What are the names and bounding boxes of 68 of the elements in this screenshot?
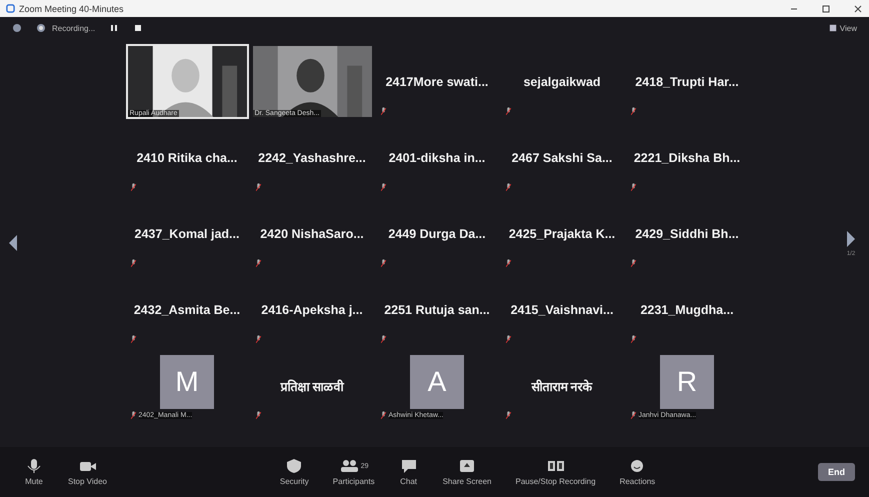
participant-name: 2437_Komal jad... [134, 227, 240, 241]
maximize-icon[interactable] [821, 4, 831, 14]
participant-name: 2449 Durga Da... [388, 227, 486, 241]
participant-name: 2251 Rutuja san... [384, 303, 490, 317]
participant-name: 2432_Asmita Be... [134, 303, 240, 317]
participant-name: 2410 Ritika cha... [136, 151, 238, 165]
participant-name: 2418_Trupti Har... [635, 75, 739, 89]
shield-button[interactable]: Security [270, 458, 319, 486]
share-button[interactable]: Share Screen [432, 458, 502, 486]
muted-mic-icon [380, 259, 386, 268]
muted-mic-icon [380, 183, 386, 192]
participant-name: सीताराम नरके [531, 378, 593, 394]
participant-name: 2231_Mugdha... [640, 303, 734, 317]
muted-mic-icon [130, 411, 136, 420]
muted-mic-icon [256, 183, 260, 192]
muted-mic-icon [256, 335, 260, 344]
participant-name: प्रतिक्षा साळवी [280, 378, 344, 394]
muted-mic-icon [130, 335, 136, 344]
participant-name: 2242_Yashashre... [258, 151, 366, 165]
view-button[interactable]: View [828, 24, 857, 32]
muted-mic-icon [256, 259, 260, 268]
muted-mic-icon [630, 411, 636, 420]
mic-button[interactable]: Mute [14, 458, 54, 486]
participant-name: 2420 NishaSaro... [260, 227, 364, 241]
participant-name: 2417More swati... [386, 75, 488, 89]
pause-icon[interactable] [109, 23, 120, 33]
people-icon [338, 458, 359, 474]
muted-mic-icon [380, 335, 386, 344]
participant-name: 2429_Siddhi Bh... [635, 227, 739, 241]
muted-mic-icon [630, 259, 636, 268]
chat-button[interactable]: Chat [388, 458, 429, 486]
close-icon[interactable] [853, 4, 863, 14]
recording-icon [36, 23, 46, 33]
muted-mic-icon [380, 411, 386, 420]
avatar: A [410, 355, 464, 409]
muted-mic-icon [630, 183, 636, 192]
grid-icon [828, 24, 837, 32]
avatar: R [660, 355, 714, 409]
participant-name: 2467 Sakshi Sa... [512, 151, 612, 165]
muted-mic-icon [630, 335, 636, 344]
participant-name: 2221_Diksha Bh... [634, 151, 740, 165]
muted-mic-icon [130, 259, 136, 268]
end-button[interactable]: End [818, 463, 856, 481]
stop-icon[interactable] [133, 23, 144, 33]
record-icon [546, 458, 566, 474]
participant-name: 2401-diksha in... [388, 151, 486, 165]
avatar: M [160, 355, 214, 409]
muted-mic-icon [256, 411, 260, 420]
app-icon [6, 4, 15, 13]
muted-mic-icon [506, 411, 510, 420]
participant-name: 2416-Apeksha j... [261, 303, 363, 317]
participant-name: 2425_Prajakta K... [508, 227, 616, 241]
record-button[interactable]: Pause/Stop Recording [506, 458, 606, 486]
smile-button[interactable]: Reactions [610, 458, 666, 486]
muted-mic-icon [380, 107, 386, 116]
camera-button[interactable]: Stop Video [58, 458, 117, 486]
participant-name: 2415_Vaishnavi... [510, 303, 614, 317]
muted-mic-icon [630, 107, 636, 116]
muted-mic-icon [506, 335, 510, 344]
muted-mic-icon [506, 183, 510, 192]
muted-mic-icon [506, 259, 510, 268]
participant-name: sejalgaikwad [523, 75, 601, 89]
muted-mic-icon [506, 107, 510, 116]
muted-mic-icon [130, 183, 136, 192]
next-page-icon[interactable] [846, 229, 856, 249]
previous-page-icon[interactable] [8, 233, 18, 253]
recording-label: Recording... [52, 24, 96, 32]
window-title: Zoom Meeting 40-Minutes [19, 4, 124, 14]
